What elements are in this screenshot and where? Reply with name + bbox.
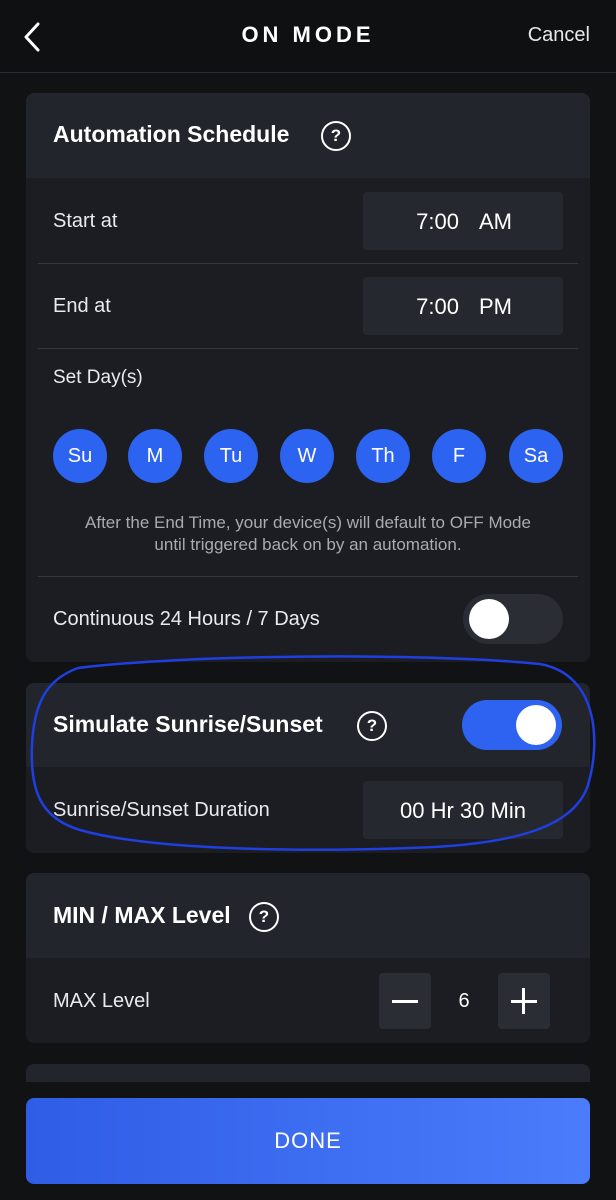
help-icon[interactable]: ? [249,902,279,932]
schedule-note-line2: until triggered back on by an automation… [154,535,462,554]
toggle-knob [516,705,556,745]
schedule-note: After the End Time, your device(s) will … [46,512,570,556]
automation-schedule-header: Automation Schedule ? [26,93,590,178]
day-toggle-th[interactable]: Th [356,429,410,483]
schedule-note-line1: After the End Time, your device(s) will … [85,513,531,532]
automation-schedule-card: Automation Schedule ? Start at 7:00 AM E… [26,93,590,662]
end-time-value: 7:00 [416,294,459,319]
next-card-partial [26,1064,590,1082]
sunrise-duration-value: 00 Hr 30 Min [400,798,526,823]
help-icon[interactable]: ? [321,121,351,151]
max-level-decrement-button[interactable] [379,973,431,1029]
minus-icon [392,1000,418,1003]
start-time-value: 7:00 [416,209,459,234]
max-level-increment-button[interactable] [498,973,550,1029]
day-toggle-f[interactable]: F [432,429,486,483]
day-toggle-sa[interactable]: Sa [509,429,563,483]
divider [38,263,578,264]
start-ampm-value: AM [479,209,512,234]
toggle-knob [469,599,509,639]
sunrise-sunset-header: Simulate Sunrise/Sunset ? [26,683,590,767]
max-level-label: MAX Level [53,990,150,1012]
page-title: ON MODE [241,22,375,47]
divider [38,576,578,577]
done-button[interactable]: DONE [26,1098,590,1184]
set-days-label: Set Day(s) [53,367,143,388]
day-toggle-tu[interactable]: Tu [204,429,258,483]
top-bar: ON MODE Cancel [0,0,616,73]
cancel-button[interactable]: Cancel [528,24,590,47]
sunrise-duration-label: Sunrise/Sunset Duration [53,799,270,821]
sunrise-sunset-card: Simulate Sunrise/Sunset ? Sunrise/Sunset… [26,683,590,853]
day-toggle-w[interactable]: W [280,429,334,483]
end-at-label: End at [53,295,111,317]
divider [38,348,578,349]
automation-schedule-title: Automation Schedule [53,121,290,147]
end-ampm-value: PM [479,294,512,319]
continuous-toggle[interactable] [463,594,563,644]
max-level-value: 6 [458,990,470,1012]
min-max-level-header: MIN / MAX Level ? [26,873,590,958]
help-icon[interactable]: ? [357,711,387,741]
day-toggle-su[interactable]: Su [53,429,107,483]
end-time-picker[interactable]: 7:00 PM [363,277,563,335]
sunrise-sunset-title: Simulate Sunrise/Sunset [53,711,323,737]
start-at-label: Start at [53,210,118,232]
sunrise-duration-picker[interactable]: 00 Hr 30 Min [363,781,563,839]
min-max-level-card: MIN / MAX Level ? MAX Level 6 [26,873,590,1043]
sunrise-sunset-toggle[interactable] [462,700,562,750]
continuous-label: Continuous 24 Hours / 7 Days [53,608,320,630]
start-time-picker[interactable]: 7:00 AM [363,192,563,250]
min-max-level-title: MIN / MAX Level [53,902,231,928]
day-toggle-m[interactable]: M [128,429,182,483]
